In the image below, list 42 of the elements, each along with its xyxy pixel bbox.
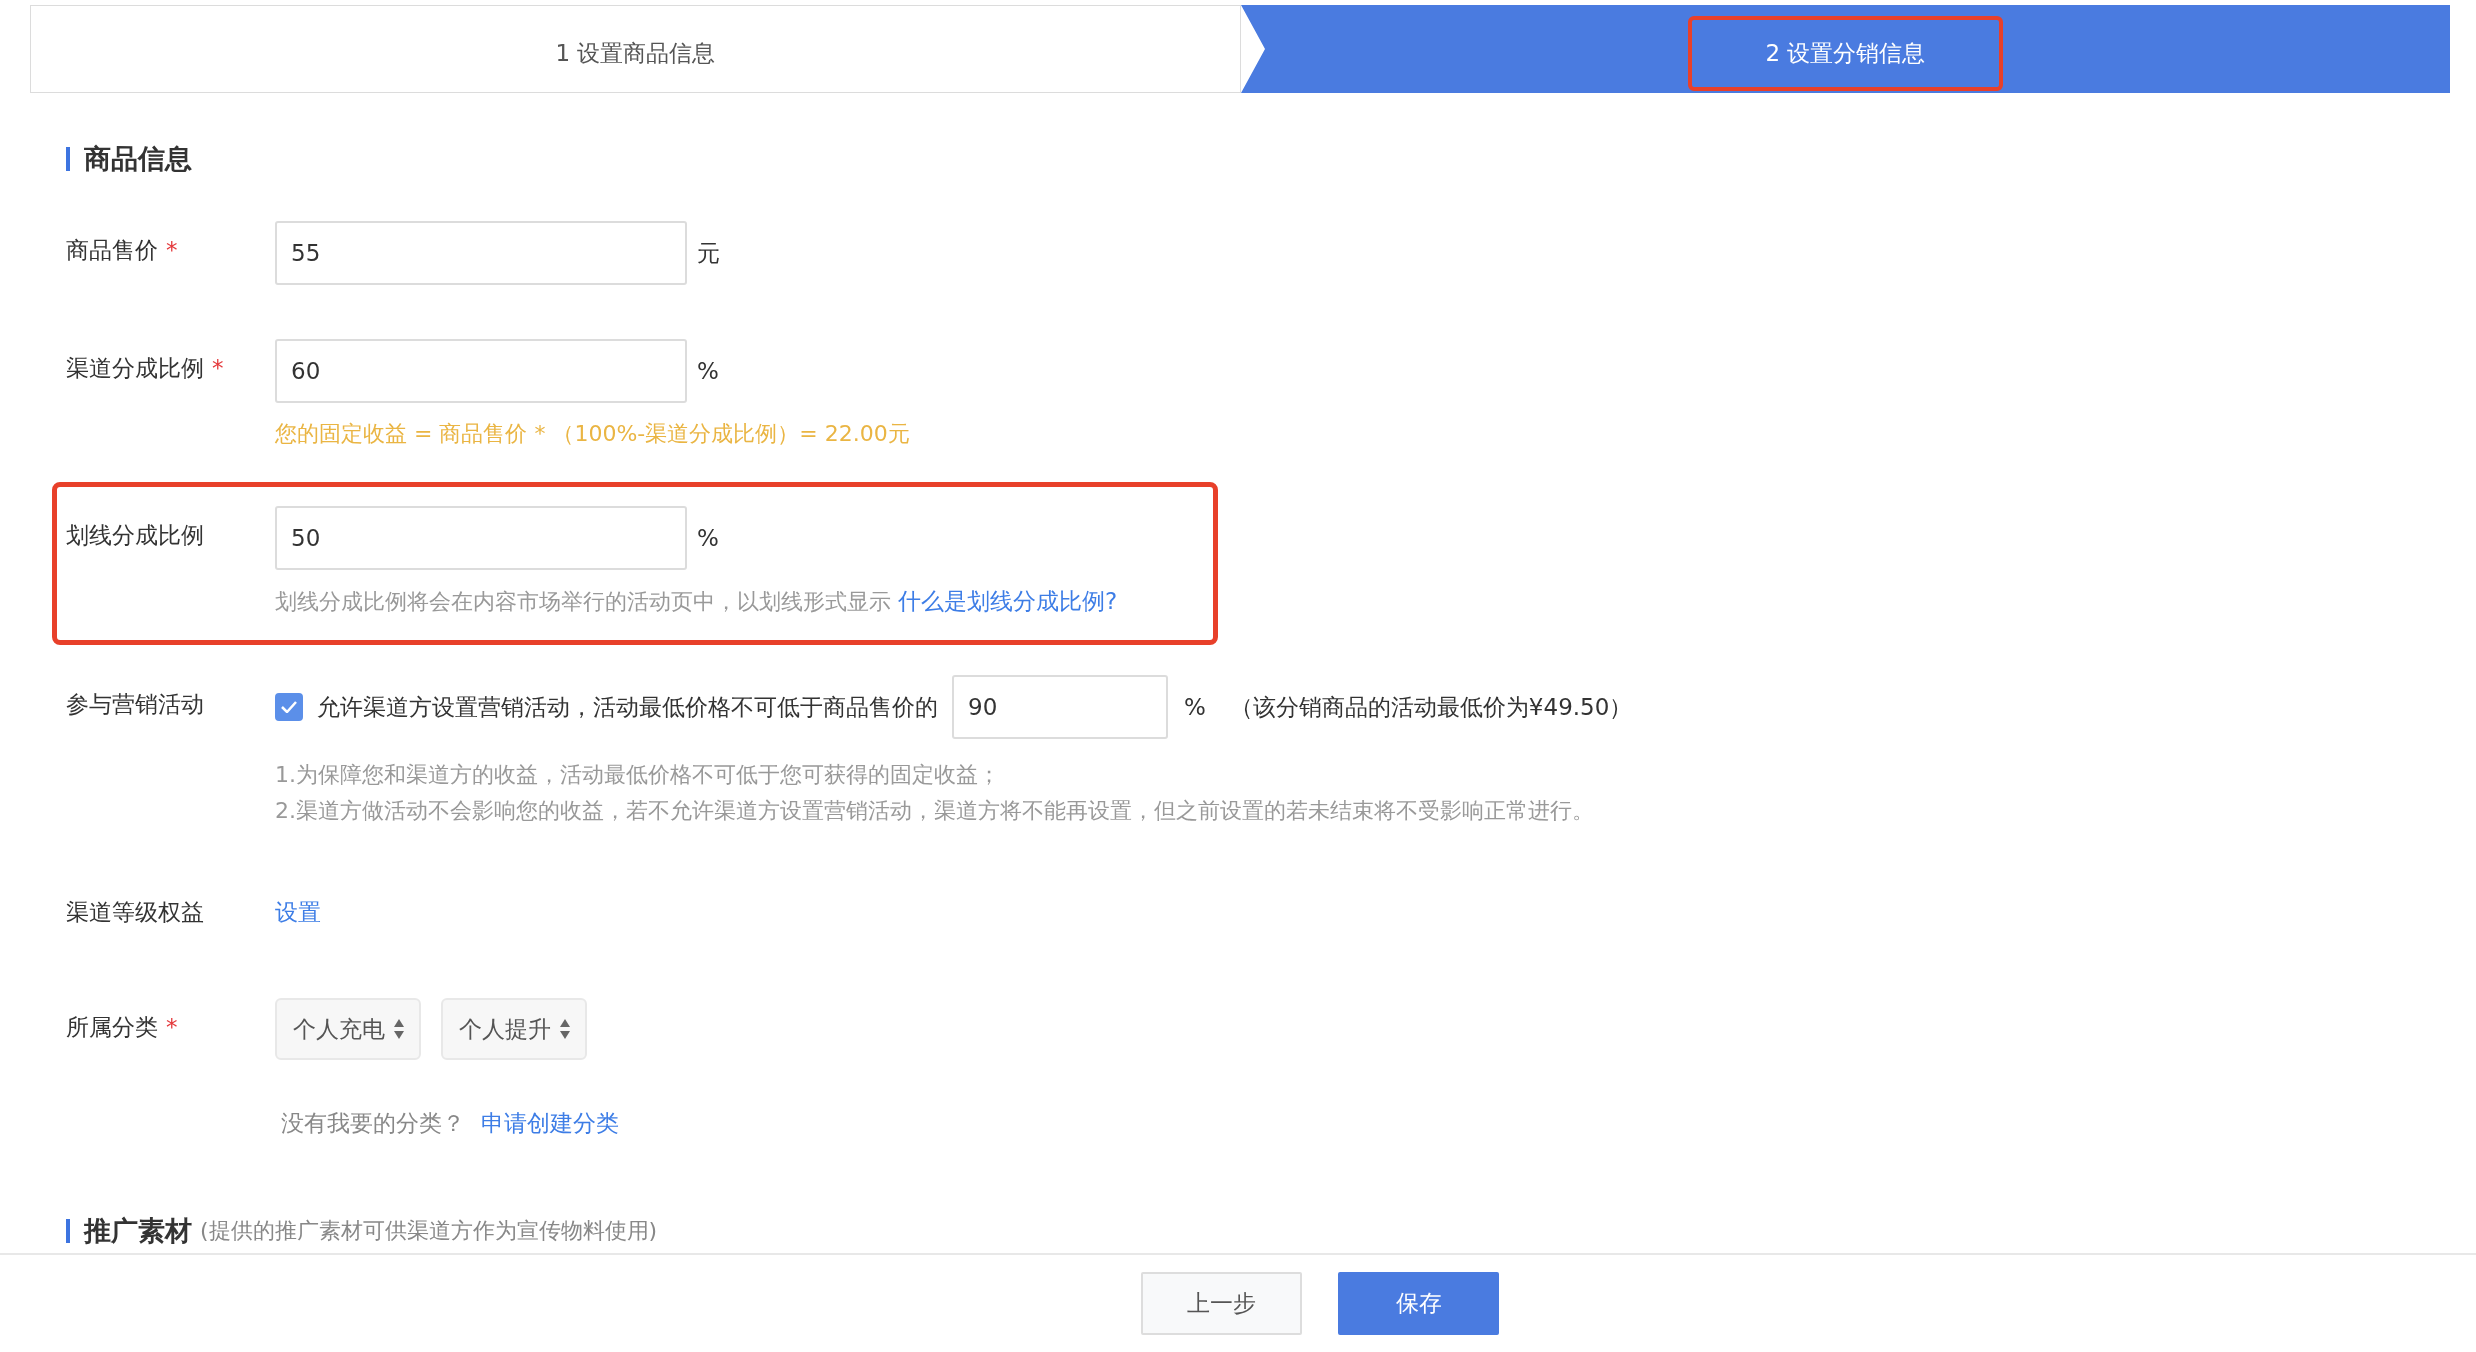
unit-label: % (1184, 694, 1206, 720)
section-title: 推广素材 (84, 1214, 192, 1248)
category-select[interactable]: 个人充电 (275, 998, 421, 1060)
save-button[interactable]: 保存 (1338, 1272, 1499, 1335)
unit-label: % (697, 525, 719, 551)
input-field[interactable]: 50 (275, 506, 687, 570)
field-label: 商品售价 * (66, 236, 179, 265)
create-category-link[interactable]: 申请创建分类 (481, 1108, 619, 1139)
back-button[interactable]: 上一步 (1141, 1272, 1302, 1335)
sort-icon (559, 1018, 571, 1040)
sort-icon (393, 1018, 405, 1040)
price-note: （该分销商品的活动最低价为¥49.50） (1229, 692, 1633, 722)
settings-link[interactable]: 设置 (275, 883, 321, 928)
hint-text: 您的固定收益 = 商品售价 * （100%-渠道分成比例）= 22.00元 (275, 420, 911, 448)
note-text: 2.渠道方做活动不会影响您的收益，若不允许渠道方设置营销活动，渠道方将不能再设置，但之前设置的若未结束将不受影响正常进行。 (275, 797, 1595, 825)
check-icon (281, 701, 297, 713)
section-marker (66, 1219, 70, 1243)
section-title: 商品信息 (84, 142, 192, 176)
unit-label: % (697, 358, 719, 384)
input-field[interactable]: 55 (275, 221, 687, 285)
section-subtitle: (提供的推广素材可供渠道方作为宣传物料使用) (200, 1217, 658, 1245)
field-label: 划线分成比例 (66, 521, 205, 550)
required-mark: * (166, 237, 178, 263)
field-label: 渠道分成比例 * (66, 354, 225, 383)
help-link[interactable]: 什么是划线分成比例? (898, 588, 1118, 614)
helper-text: 没有我要的分类？ (281, 1109, 465, 1138)
unit-label: 元 (697, 238, 720, 268)
category-select[interactable]: 个人提升 (441, 998, 587, 1060)
step-tab[interactable]: 1 设置商品信息 (30, 5, 1241, 93)
input-field[interactable]: 60 (275, 339, 687, 403)
required-mark: * (166, 1014, 178, 1040)
field-label: 所属分类 * (66, 1013, 179, 1042)
checkbox-label: 允许渠道方设置营销活动，活动最低价格不可低于商品售价的 (317, 692, 938, 722)
required-mark: * (212, 355, 224, 381)
note-text: 1.为保障您和渠道方的收益，活动最低价格不可低于您可获得的固定收益； (275, 761, 1001, 789)
checkbox[interactable] (275, 693, 303, 721)
field-label: 渠道等级权益 (66, 898, 205, 927)
section-marker (66, 147, 70, 171)
field-label: 参与营销活动 (66, 690, 205, 719)
hint-text: 划线分成比例将会在内容市场举行的活动页中，以划线形式显示 什么是划线分成比例? (275, 587, 1119, 616)
step-tab[interactable]: 2 设置分销信息 (1241, 5, 2450, 93)
input-field[interactable]: 90 (952, 675, 1168, 739)
